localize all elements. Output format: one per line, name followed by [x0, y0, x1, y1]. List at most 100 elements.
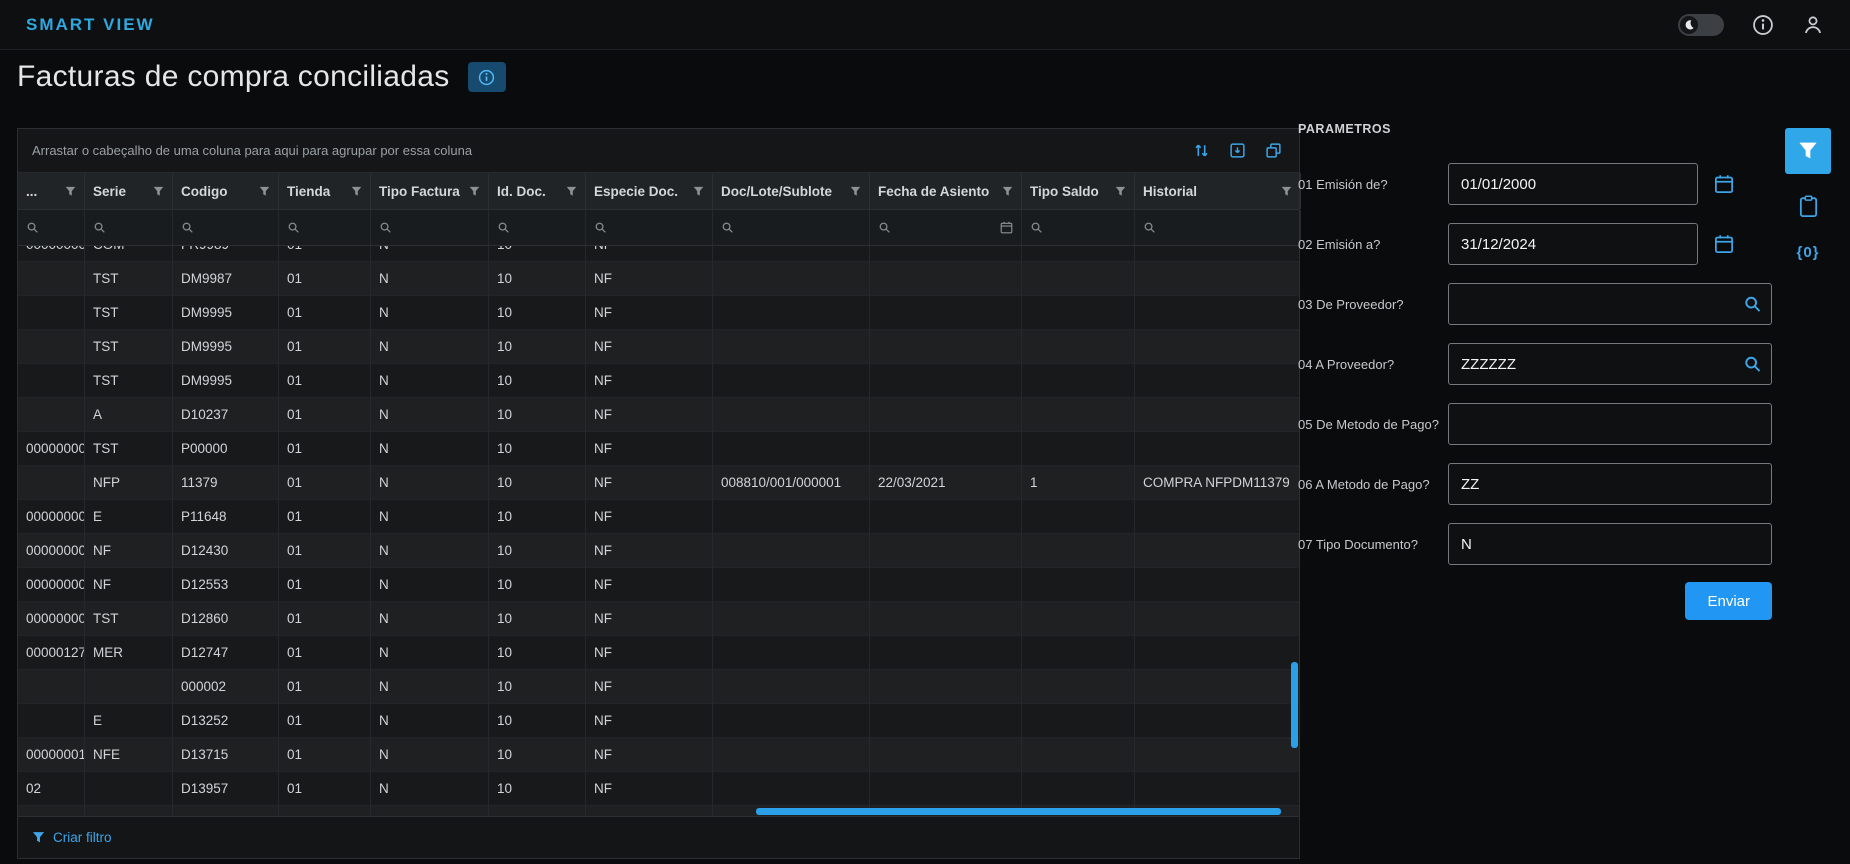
- cell-id-doc: 10: [489, 534, 586, 568]
- horizontal-scrollbar-thumb[interactable]: [756, 808, 1281, 815]
- param-input-wrap: [1448, 463, 1772, 505]
- group-panel[interactable]: Arrastar o cabeçalho de uma coluna para …: [18, 129, 1299, 173]
- cell-especie-doc: NF: [586, 500, 713, 534]
- vertical-scrollbar-thumb[interactable]: [1291, 662, 1298, 748]
- cell-tipo-saldo: [1022, 772, 1135, 806]
- search-icon[interactable]: [1743, 295, 1762, 314]
- param-input-3[interactable]: [1448, 283, 1772, 325]
- copy-grid-icon[interactable]: [1259, 137, 1287, 165]
- column-header-codigo[interactable]: Codigo: [173, 173, 279, 209]
- param-input-2[interactable]: [1448, 223, 1698, 265]
- cell-codigo: D13252: [173, 704, 279, 738]
- cell-tipo-saldo: 1: [1022, 466, 1135, 500]
- filter-cell-tipo-saldo[interactable]: [1022, 210, 1135, 245]
- param-input-1[interactable]: [1448, 163, 1698, 205]
- param-label: 07 Tipo Documento?: [1298, 536, 1418, 552]
- page-info-button[interactable]: [467, 62, 506, 92]
- filter-cell-especie-doc[interactable]: [586, 210, 713, 245]
- table-row[interactable]: TST DM9995 01 N 10 NF: [18, 364, 1299, 398]
- column-filter-icon[interactable]: [1002, 186, 1013, 197]
- table-row[interactable]: 0000000001TSTP0000001N10NF: [18, 432, 1299, 466]
- filter-cell-fecha-de-asiento[interactable]: [870, 210, 1022, 245]
- filter-cell-doc-lote-sublote[interactable]: [713, 210, 870, 245]
- user-icon[interactable]: [1802, 14, 1824, 36]
- rail-filter-button[interactable]: [1785, 128, 1831, 174]
- table-row[interactable]: TST DM9987 01 N 10 NF: [18, 262, 1299, 296]
- column-header-doc-lote-sublote[interactable]: Doc/Lote/Sublote: [713, 173, 870, 209]
- table-row[interactable]: 0000000001NFD1243001N10NF: [18, 534, 1299, 568]
- cell-especie-doc: NF: [586, 432, 713, 466]
- cell-col: 0000012747: [18, 636, 85, 670]
- rail-variables-button[interactable]: {0}: [1794, 238, 1822, 266]
- table-row[interactable]: 000000010NFED1371501N10NF: [18, 738, 1299, 772]
- param-row: 04 A Proveedor?: [1298, 342, 1772, 386]
- cell-doc-lote-sublote: [713, 772, 870, 806]
- filter-cell-tienda[interactable]: [279, 210, 371, 245]
- param-input-7[interactable]: [1448, 523, 1772, 565]
- column-filter-icon[interactable]: [693, 186, 704, 197]
- table-row[interactable]: 0000000001COMFR998901N10NF: [18, 246, 1299, 262]
- column-header-fecha-de-asiento[interactable]: Fecha de Asiento: [870, 173, 1022, 209]
- table-row[interactable]: 02 D13957 01 N 10 NF: [18, 772, 1299, 806]
- column-filter-icon[interactable]: [850, 186, 861, 197]
- table-row[interactable]: A D10237 01 N 10 NF: [18, 398, 1299, 432]
- column-header-tienda[interactable]: Tienda: [279, 173, 371, 209]
- column-filter-icon[interactable]: [259, 186, 270, 197]
- column-filter-icon[interactable]: [153, 186, 164, 197]
- rail-clipboard-button[interactable]: [1794, 192, 1822, 220]
- filter-cell-id-doc[interactable]: [489, 210, 586, 245]
- cell-tienda: 01: [279, 534, 371, 568]
- param-input-5[interactable]: [1448, 403, 1772, 445]
- param-input-4[interactable]: [1448, 343, 1772, 385]
- cell-doc-lote-sublote: [713, 500, 870, 534]
- column-filter-icon[interactable]: [65, 186, 76, 197]
- table-row[interactable]: TST DM9995 01 N 10 NF: [18, 296, 1299, 330]
- table-row[interactable]: 000002 01 N 10 NF: [18, 670, 1299, 704]
- sort-rows-icon[interactable]: [1187, 137, 1215, 165]
- filter-cell-col[interactable]: [18, 210, 85, 245]
- column-filter-icon[interactable]: [1115, 186, 1126, 197]
- cell-tipo-factura: N: [371, 806, 489, 816]
- table-row[interactable]: TST DM9995 01 N 10 NF: [18, 330, 1299, 364]
- table-row[interactable]: 0000012747MERD1274701N10NF: [18, 636, 1299, 670]
- filter-cell-codigo[interactable]: [173, 210, 279, 245]
- param-input-wrap: [1448, 163, 1772, 205]
- calendar-icon[interactable]: [1714, 174, 1734, 194]
- cell-col: [18, 330, 85, 364]
- search-icon[interactable]: [1743, 355, 1762, 374]
- column-header-historial[interactable]: Historial: [1135, 173, 1301, 209]
- grid-toolbar: [1187, 137, 1287, 165]
- filter-cell-serie[interactable]: [85, 210, 173, 245]
- column-header-especie-doc[interactable]: Especie Doc.: [586, 173, 713, 209]
- table-row[interactable]: E D13252 01 N 10 NF: [18, 704, 1299, 738]
- export-excel-icon[interactable]: [1223, 137, 1251, 165]
- theme-toggle[interactable]: [1678, 13, 1724, 36]
- info-icon[interactable]: [1752, 14, 1774, 36]
- column-header-tipo-saldo[interactable]: Tipo Saldo: [1022, 173, 1135, 209]
- column-header-tipo-factura[interactable]: Tipo Factura: [371, 173, 489, 209]
- cell-tipo-saldo: [1022, 330, 1135, 364]
- param-input-6[interactable]: [1448, 463, 1772, 505]
- table-row[interactable]: 0000000000NFD1255301N10NF: [18, 568, 1299, 602]
- table-row[interactable]: NFP 11379 01 N 10 NF 008810/001/000001 22/03/20…: [18, 466, 1299, 500]
- submit-button[interactable]: Enviar: [1685, 582, 1772, 620]
- clipboard-icon: [1798, 195, 1819, 218]
- create-filter-link[interactable]: Criar filtro: [53, 830, 112, 845]
- column-header-id-doc[interactable]: Id. Doc.: [489, 173, 586, 209]
- column-filter-icon[interactable]: [1281, 186, 1292, 197]
- param-input-wrap: [1448, 283, 1772, 325]
- cell-codigo: P00000: [173, 432, 279, 466]
- filter-cell-historial[interactable]: [1135, 210, 1301, 245]
- calendar-icon[interactable]: [1000, 221, 1013, 234]
- column-filter-icon[interactable]: [566, 186, 577, 197]
- filter-cell-tipo-factura[interactable]: [371, 210, 489, 245]
- column-header-col[interactable]: ...: [18, 173, 85, 209]
- column-filter-icon[interactable]: [351, 186, 362, 197]
- column-header-serie[interactable]: Serie: [85, 173, 173, 209]
- column-filter-icon[interactable]: [469, 186, 480, 197]
- calendar-icon[interactable]: [1714, 234, 1734, 254]
- cell-tipo-saldo: [1022, 636, 1135, 670]
- table-row[interactable]: 0000000001TSTD1286001N10NF: [18, 602, 1299, 636]
- cell-doc-lote-sublote: [713, 636, 870, 670]
- table-row[interactable]: 0000000001EP1164801N10NF: [18, 500, 1299, 534]
